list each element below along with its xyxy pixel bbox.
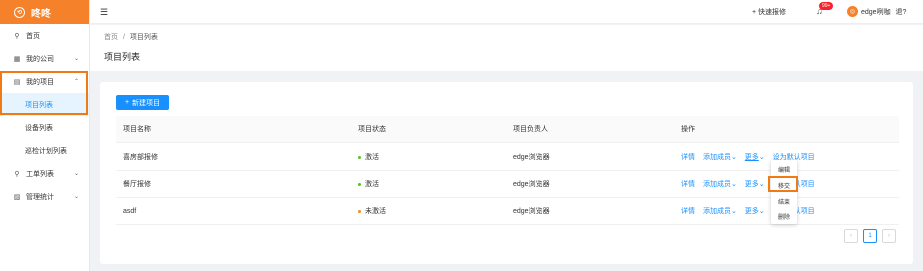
chevron-down-icon: ⌄ (758, 208, 765, 215)
row-actions: 详情 添加成员⌄ 更多⌄ 设为默认项目 (681, 198, 821, 225)
sidebar-item-label: 工单列表 (26, 170, 54, 178)
sidebar-item-label: 管理统计 (26, 193, 54, 201)
status-text: 未激活 (365, 208, 386, 215)
username: edge咧咖 (861, 9, 891, 16)
more-label: 更多 (744, 154, 759, 161)
highlight-box (0, 71, 88, 115)
quick-repair-button[interactable]: + 快速报修 (752, 7, 786, 17)
sidebar-item-work-orders[interactable]: ⚲ 工单列表 ⌄ (0, 162, 89, 185)
chevron-left-icon: ‹ (850, 233, 852, 239)
user-icon: ⚲ (14, 32, 20, 40)
more-link[interactable]: 更多⌄ (745, 181, 765, 188)
chevron-down-icon: ⌄ (730, 181, 737, 188)
breadcrumb: 首页 / 项目列表 (104, 32, 158, 42)
app-logo[interactable]: ⟲ 咚咚 (0, 0, 89, 24)
column-header: 项目状态 (358, 126, 386, 133)
chevron-down-icon: ⌄ (73, 56, 79, 62)
detail-link[interactable]: 详情 (681, 181, 695, 188)
avatar[interactable]: ◎ (847, 6, 858, 17)
logo-icon: ⟲ (14, 6, 25, 18)
sidebar-item-statistics[interactable]: ▨ 管理统计 ⌄ (0, 185, 89, 208)
add-member-link[interactable]: 添加成员⌄ (703, 208, 737, 215)
menu-item-end[interactable]: 结束 (771, 197, 797, 206)
chevron-right-icon: › (888, 233, 890, 239)
project-owner: edge浏览器 (513, 208, 550, 215)
page-title: 项目列表 (104, 52, 141, 62)
building-icon: ▦ (13, 55, 21, 63)
highlight-box (768, 176, 798, 192)
detail-link[interactable]: 详情 (681, 208, 695, 215)
topbar: ☰ + 快速报修 ♫ 99+ ◎ edge咧咖 退? (90, 0, 923, 24)
status-text: 激活 (365, 181, 379, 188)
page-number-button[interactable]: 1 (863, 229, 877, 243)
chevron-down-icon: ⌄ (73, 194, 79, 200)
new-project-label: 新建项目 (132, 99, 161, 107)
page-header: 首页 / 项目列表 项目列表 (90, 25, 923, 71)
user-menu[interactable]: edge咧咖 退? (861, 7, 906, 17)
status-dot-icon (358, 209, 361, 213)
menu-item-delete[interactable]: 删除 (771, 212, 797, 221)
chevron-down-icon: ⌄ (758, 181, 765, 188)
status-dot-icon (358, 182, 361, 186)
sidebar-item-inspection-plans[interactable]: 巡检计划列表 (0, 139, 89, 162)
sidebar-item-label: 巡检计划列表 (25, 147, 67, 155)
row-actions: 详情 添加成员⌄ 更多⌄ 设为默认项目 (681, 144, 821, 171)
app-name: 咚咚 (31, 8, 51, 20)
chevron-down-icon: ⌄ (730, 154, 737, 161)
user-icon: ⚲ (14, 170, 20, 178)
more-link[interactable]: 更多⌄ (745, 208, 765, 215)
more-label: 更多 (744, 181, 759, 188)
project-status: 未激活 (358, 198, 386, 225)
chevron-down-icon: ⌄ (73, 171, 79, 177)
menu-toggle-icon[interactable]: ☰ (100, 7, 108, 18)
chevron-down-icon: ⌄ (730, 208, 737, 215)
sidebar-item-label: 我的公司 (26, 55, 54, 63)
sidebar-item-home[interactable]: ⚲ 首页 (0, 24, 89, 47)
project-name: 餐厅报修 (123, 181, 151, 188)
column-header: 操作 (681, 126, 695, 133)
next-page-button[interactable]: › (882, 229, 896, 243)
add-member-label: 添加成员 (702, 208, 731, 215)
status-dot-icon (358, 155, 361, 159)
project-name: asdf (123, 208, 137, 215)
logout-link[interactable]: 退? (896, 9, 907, 16)
add-member-label: 添加成员 (702, 181, 731, 188)
table-header: 项目名称 项目状态 项目负责人 操作 (116, 116, 899, 143)
chevron-down-icon: ⌄ (758, 154, 765, 161)
menu-item-edit[interactable]: 编辑 (771, 165, 797, 174)
status-text: 激活 (365, 154, 379, 161)
sidebar-item-label: 首页 (26, 32, 40, 40)
column-header: 项目负责人 (513, 126, 548, 133)
row-actions: 详情 添加成员⌄ 更多⌄ 设为默认项目 (681, 171, 821, 198)
breadcrumb-current: 项目列表 (129, 34, 158, 41)
project-name: 喜房部报修 (123, 154, 158, 161)
project-owner: edge浏览器 (513, 154, 550, 161)
breadcrumb-separator: / (122, 34, 125, 41)
breadcrumb-home[interactable]: 首页 (104, 34, 118, 41)
prev-page-button[interactable]: ‹ (844, 229, 858, 243)
project-status: 激活 (358, 171, 379, 198)
add-member-link[interactable]: 添加成员⌄ (703, 154, 737, 161)
chart-icon: ▨ (13, 193, 21, 201)
sidebar-item-device-list[interactable]: 设备列表 (0, 116, 89, 139)
sidebar: ⟲ 咚咚 ⚲ 首页 ▦ 我的公司 ⌄ ▤ 我的项目 ⌃ 项目列表 设备列表 巡检… (0, 0, 90, 271)
sidebar-item-label: 设备列表 (25, 124, 53, 132)
new-project-button[interactable]: + 新建项目 (116, 95, 169, 110)
plus-icon: + (124, 99, 130, 106)
more-link[interactable]: 更多⌄ (745, 154, 765, 161)
column-header: 项目名称 (123, 126, 151, 133)
project-status: 激活 (358, 144, 379, 171)
add-member-label: 添加成员 (702, 154, 731, 161)
more-dropdown-menu: 编辑 移交 结束 删除 (771, 160, 797, 224)
notification-badge: 99+ (819, 2, 834, 10)
more-label: 更多 (744, 208, 759, 215)
add-member-link[interactable]: 添加成员⌄ (703, 181, 737, 188)
sidebar-item-company[interactable]: ▦ 我的公司 ⌄ (0, 47, 89, 70)
detail-link[interactable]: 详情 (681, 154, 695, 161)
project-owner: edge浏览器 (513, 181, 550, 188)
